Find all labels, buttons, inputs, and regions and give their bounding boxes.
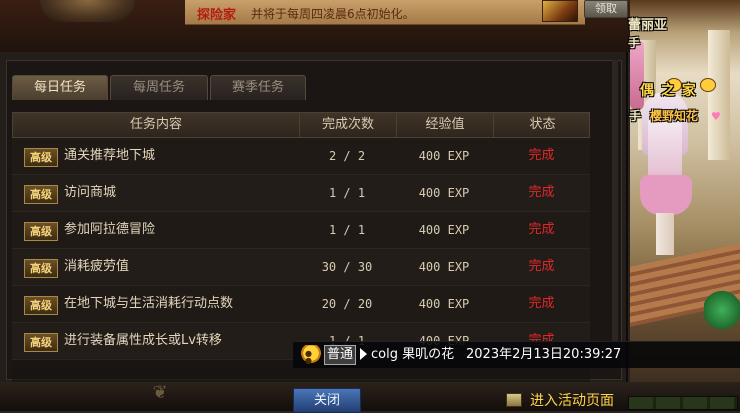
smiley-icon: ● ● — [305, 349, 312, 365]
player-character-skirt — [640, 175, 692, 215]
table-row[interactable]: 高级 参加阿拉德冒险 1 / 1 400 EXP 完成 — [12, 212, 590, 249]
completion-count: 2 / 2 — [328, 149, 366, 163]
npc-name-tag: 蕾丽亚 — [628, 18, 668, 33]
scene-pillar — [708, 30, 730, 160]
status-label: 完成 — [528, 259, 555, 274]
hud-status-bar — [628, 396, 738, 410]
completion-count: 1 / 1 — [328, 186, 366, 200]
exp-value: 400 EXP — [418, 223, 470, 237]
banner-title: 探险家 — [197, 8, 237, 23]
heart-icon: ♥ — [711, 110, 721, 123]
quest-table: 任务内容 完成次数 经验值 状态 高级 通关推荐地下城 2 / 2 400 EX… — [12, 112, 590, 360]
tab-season-quests[interactable]: 赛季任务 — [210, 75, 306, 100]
column-header-status: 状态 — [529, 117, 556, 132]
task-name: 消耗疲劳值 — [64, 259, 130, 274]
player-character-legs — [656, 213, 674, 255]
status-label: 完成 — [528, 296, 555, 311]
emblem-ornament — [40, 0, 135, 22]
tier-badge: 高级 — [24, 185, 58, 204]
tab-weekly-quests[interactable]: 每周任务 — [110, 75, 208, 100]
guild-name-tag: 偶 之 家 — [640, 83, 697, 99]
ornament-icon: ❦ — [152, 382, 168, 403]
banner-text: 并将于每周四凌晨6点初始化。 — [251, 7, 415, 21]
tier-badge: 高级 — [24, 259, 58, 278]
paw-icon — [700, 78, 716, 92]
table-row[interactable]: 高级 通关推荐地下城 2 / 2 400 EXP 完成 — [12, 138, 590, 175]
claim-button[interactable]: 领取 — [584, 0, 628, 18]
panel-scrollbar[interactable] — [612, 60, 618, 360]
completion-count: 20 / 20 — [321, 297, 373, 311]
notice-banner: 探险家 并将于每周四凌晨6点初始化。 — [185, 0, 585, 25]
table-row[interactable]: 高级 在地下城与生活消耗行动点数 20 / 20 400 EXP 完成 — [12, 286, 590, 323]
tier-badge: 高级 — [24, 333, 58, 352]
chat-username: colg 果叽の花 — [371, 347, 455, 362]
player-name-tag: 樱野知花 — [650, 109, 699, 123]
column-header-count: 完成次数 — [300, 113, 397, 137]
tier-badge: 高级 — [24, 148, 58, 167]
exp-value: 400 EXP — [418, 186, 470, 200]
table-row[interactable]: 高级 访问商城 1 / 1 400 EXP 完成 — [12, 175, 590, 212]
npc-title-tag: 手 — [628, 36, 641, 50]
activity-icon[interactable] — [506, 393, 522, 407]
column-header-exp: 经验值 — [397, 113, 494, 137]
tier-badge: 高级 — [24, 222, 58, 241]
status-label: 完成 — [528, 222, 555, 237]
player-title-prefix: 手 — [629, 109, 642, 123]
exp-value: 400 EXP — [418, 149, 470, 163]
tier-badge: 高级 — [24, 296, 58, 315]
column-header-content: 任务内容 — [13, 113, 300, 137]
chat-timestamp: 2023年2月13日20:39:27 — [466, 347, 622, 362]
task-name: 在地下城与生活消耗行动点数 — [64, 296, 234, 311]
exp-value: 400 EXP — [418, 297, 470, 311]
chat-channel-tag[interactable]: 普通 — [324, 345, 357, 365]
completion-count: 1 / 1 — [328, 223, 366, 237]
status-label: 完成 — [528, 148, 555, 163]
close-button[interactable]: 关闭 — [293, 388, 361, 413]
tab-daily-quests[interactable]: 每日任务 — [12, 75, 108, 100]
task-name: 参加阿拉德冒险 — [64, 222, 156, 237]
task-name: 进行装备属性成长或Lv转移 — [64, 333, 222, 348]
chat-arrow-icon — [360, 348, 367, 360]
table-header: 任务内容 完成次数 经验值 状态 — [12, 112, 590, 138]
scene-plant — [704, 290, 740, 330]
completion-count: 30 / 30 — [321, 260, 373, 274]
table-body: 高级 通关推荐地下城 2 / 2 400 EXP 完成 高级 访问商城 1 / … — [12, 138, 590, 360]
exp-value: 400 EXP — [418, 260, 470, 274]
activity-page-link[interactable]: 进入活动页面 — [530, 390, 614, 410]
task-name: 访问商城 — [64, 185, 117, 200]
reward-item-icon[interactable] — [542, 0, 578, 22]
task-name: 通关推荐地下城 — [64, 148, 156, 163]
table-row[interactable]: 高级 消耗疲劳值 30 / 30 400 EXP 完成 — [12, 249, 590, 286]
status-label: 完成 — [528, 185, 555, 200]
